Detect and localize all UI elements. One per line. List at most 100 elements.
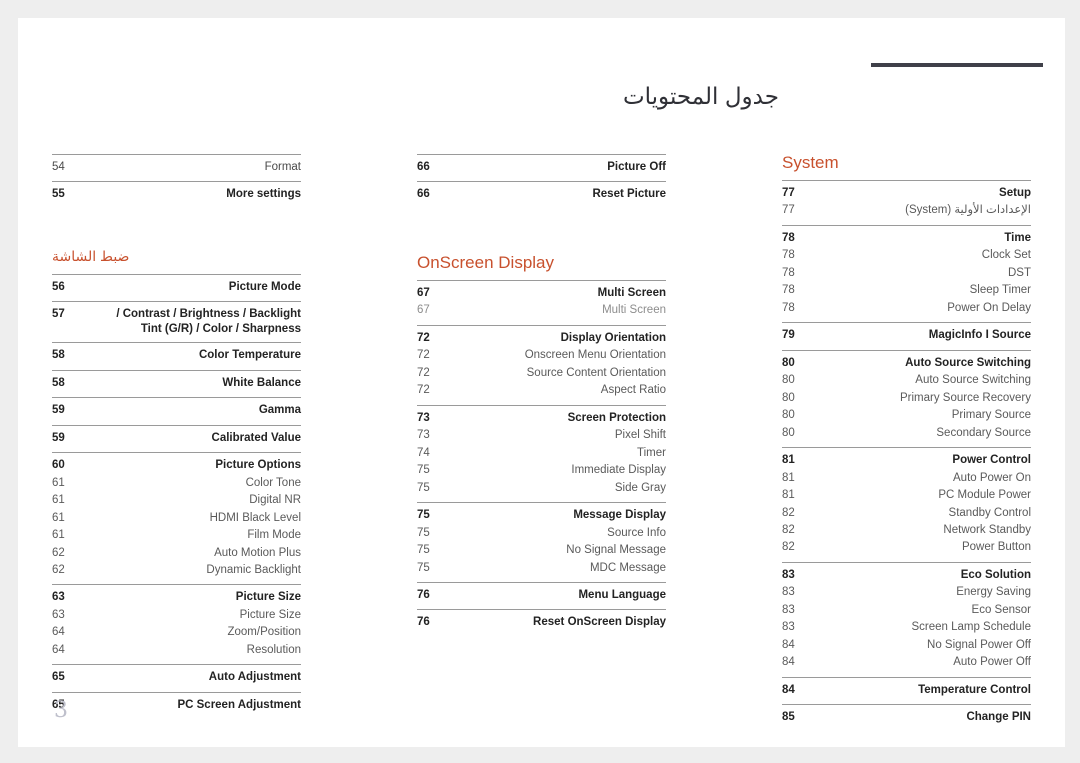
toc-entry-sub[interactable]: 78 DST — [782, 265, 1031, 282]
toc-page-number: 67 — [417, 304, 430, 317]
toc-entry-sub[interactable]: 61 HDMI Black Level — [52, 510, 301, 527]
toc-entry-sub[interactable]: 78 Sleep Timer — [782, 282, 1031, 299]
toc-page-number: 61 — [52, 494, 65, 507]
toc-entry-label: Timer — [637, 446, 666, 459]
toc-entry-main[interactable]: 73 Screen Protection — [417, 410, 666, 427]
toc-entry-label: / Contrast / Brightness / Backlight Tint… — [116, 308, 301, 336]
toc-entry-main[interactable]: 79 MagicInfo I Source — [782, 327, 1031, 344]
toc-entry-label: Reset OnScreen Display — [533, 616, 666, 629]
section-heading: OnScreen Display — [417, 252, 555, 272]
toc-group: 60 Picture Options 61 Color Tone 61 Digital N… — [52, 452, 301, 584]
toc-entry-sub[interactable]: 80 Primary Source Recovery — [782, 390, 1031, 407]
toc-entry-label: Source Content Orientation — [526, 366, 666, 379]
toc-entry-sub[interactable]: 75 No Signal Message — [417, 542, 666, 559]
toc-group: 57 / Contrast / Brightness / Backlight Ti… — [52, 301, 301, 342]
toc-entry-sub[interactable]: 82 Power Button — [782, 539, 1031, 556]
toc-page-number: 61 — [52, 476, 65, 489]
toc-entry-sub[interactable]: 82 Standby Control — [782, 505, 1031, 522]
toc-entry-sub[interactable]: 61 Color Tone — [52, 475, 301, 492]
toc-entry-sub[interactable]: 61 Film Mode — [52, 527, 301, 544]
toc-entry-main[interactable]: 85 Change PIN — [782, 709, 1031, 726]
toc-entry-sub[interactable]: 84 Auto Power Off — [782, 654, 1031, 671]
toc-entry-main[interactable]: 60 Picture Options — [52, 457, 301, 474]
toc-entry-sub[interactable]: 80 Secondary Source — [782, 425, 1031, 442]
toc-entry-sub[interactable]: 84 No Signal Power Off — [782, 637, 1031, 654]
toc-entry-main[interactable]: 59 Gamma — [52, 402, 301, 419]
toc-entry-main[interactable]: 55 More settings — [52, 186, 301, 203]
toc-entry-main[interactable]: 63 Picture Size — [52, 589, 301, 606]
toc-entry-label: Power Button — [961, 541, 1031, 554]
toc-entry-sub[interactable]: 72 Aspect Ratio — [417, 382, 666, 399]
toc-entry-sub[interactable]: 75 Immediate Display — [417, 462, 666, 479]
toc-page-number: 82 — [782, 506, 795, 519]
toc-entry-sub[interactable]: 80 Auto Source Switching — [782, 372, 1031, 389]
toc-page-number: 83 — [782, 586, 795, 599]
toc-entry-sub[interactable]: 72 Onscreen Menu Orientation — [417, 347, 666, 364]
toc-entry-main[interactable]: 57 / Contrast / Brightness / Backlight Ti… — [52, 306, 301, 337]
toc-entry-label: Primary Source Recovery — [899, 391, 1031, 404]
toc-page-number: 85 — [782, 711, 795, 724]
toc-entry-label: Picture Size — [235, 591, 301, 604]
toc-entry-sub[interactable]: 74 Timer — [417, 445, 666, 462]
toc-entry-main[interactable]: 80 Auto Source Switching — [782, 355, 1031, 372]
toc-entry-sub[interactable]: 62 Dynamic Backlight — [52, 562, 301, 579]
toc-entry-sub[interactable]: 63 Picture Size — [52, 607, 301, 624]
toc-entry-main[interactable]: 58 White Balance — [52, 375, 301, 392]
toc-entry-sub[interactable]: 78 Clock Set — [782, 247, 1031, 264]
toc-entry-sub[interactable]: 81 PC Module Power — [782, 487, 1031, 504]
toc-entry-main[interactable]: 75 Message Display — [417, 507, 666, 524]
toc-entry-main[interactable]: 84 Temperature Control — [782, 682, 1031, 699]
toc-page-number: 56 — [52, 280, 65, 293]
toc-entry-main[interactable]: 66 Reset Picture — [417, 186, 666, 203]
toc-entry-label: No Signal Power Off — [927, 638, 1031, 651]
toc-group: 72 Display Orientation 72 Onscreen Menu Ori… — [417, 324, 666, 405]
toc-entry-sub[interactable]: 83 Screen Lamp Schedule — [782, 619, 1031, 636]
toc-entry-main[interactable]: 81 Power Control — [782, 452, 1031, 469]
toc-entry-sub[interactable]: 75 Source Info — [417, 525, 666, 542]
toc-entry-sub[interactable]: 82 Network Standby — [782, 522, 1031, 539]
toc-page-number: 75 — [417, 544, 430, 557]
toc-entry-sub[interactable]: 80 Primary Source — [782, 407, 1031, 424]
toc-page-number: 72 — [417, 366, 430, 379]
toc-page-number: 77 — [782, 204, 795, 217]
toc-entry-label: Picture Off — [607, 161, 666, 173]
toc-entry-sub[interactable]: 77 الإعدادات الأولية (System) — [782, 202, 1031, 219]
toc-entry-main[interactable]: 77 Setup — [782, 185, 1031, 202]
toc-entry-sub[interactable]: 78 Power On Delay — [782, 300, 1031, 317]
toc-entry-main[interactable]: 59 Calibrated Value — [52, 430, 301, 447]
toc-entry-main[interactable]: 72 Display Orientation — [417, 330, 666, 347]
toc-entry-main[interactable]: 66 Picture Off — [417, 159, 666, 176]
toc-entry-label: Primary Source — [951, 409, 1031, 422]
toc-entry-sub[interactable]: 81 Auto Power On — [782, 470, 1031, 487]
toc-group: 65 PC Screen Adjustment — [52, 691, 301, 719]
column-left: System 77 Setup 77 الإعدادات الأولية (System… — [782, 154, 1031, 723]
toc-entry-sub[interactable]: 83 Eco Sensor — [782, 602, 1031, 619]
toc-entry-sub[interactable]: 83 Energy Saving — [782, 584, 1031, 601]
toc-entry-main[interactable]: 83 Eco Solution — [782, 567, 1031, 584]
toc-entry-main[interactable]: 76 Reset OnScreen Display — [417, 614, 666, 631]
toc-entry-sub[interactable]: 54 Format — [52, 159, 301, 176]
toc-entry-sub[interactable]: 73 Pixel Shift — [417, 427, 666, 444]
toc-entry-sub[interactable]: 75 Side Gray — [417, 480, 666, 497]
toc-page-number: 78 — [782, 266, 795, 279]
toc-entry-label: Film Mode — [247, 529, 301, 542]
toc-entry-main[interactable]: 65 Auto Adjustment — [52, 669, 301, 686]
toc-entry-sub[interactable]: 67 Multi Screen — [417, 302, 666, 319]
toc-entry-main[interactable]: 58 Color Temperature — [52, 347, 301, 364]
toc-entry-label: Picture Size — [239, 608, 301, 621]
toc-entry-main[interactable]: 65 PC Screen Adjustment — [52, 697, 301, 714]
toc-entry-main[interactable]: 76 Menu Language — [417, 587, 666, 604]
toc-page-number: 81 — [782, 489, 795, 502]
toc-entry-sub[interactable]: 75 MDC Message — [417, 560, 666, 577]
toc-entry-main[interactable]: 67 Multi Screen — [417, 285, 666, 302]
toc-entry-sub[interactable]: 61 Digital NR — [52, 492, 301, 509]
toc-entry-sub[interactable]: 64 Zoom/Position — [52, 624, 301, 641]
toc-entry-main[interactable]: 56 Picture Mode — [52, 279, 301, 296]
toc-page-number: 75 — [417, 481, 430, 494]
toc-entry-label: PC Screen Adjustment — [177, 698, 301, 711]
toc-entry-label: Temperature Control — [918, 683, 1031, 696]
toc-entry-sub[interactable]: 72 Source Content Orientation — [417, 365, 666, 382]
toc-entry-sub[interactable]: 64 Resolution — [52, 642, 301, 659]
toc-entry-main[interactable]: 78 Time — [782, 230, 1031, 247]
toc-entry-sub[interactable]: 62 Auto Motion Plus — [52, 545, 301, 562]
